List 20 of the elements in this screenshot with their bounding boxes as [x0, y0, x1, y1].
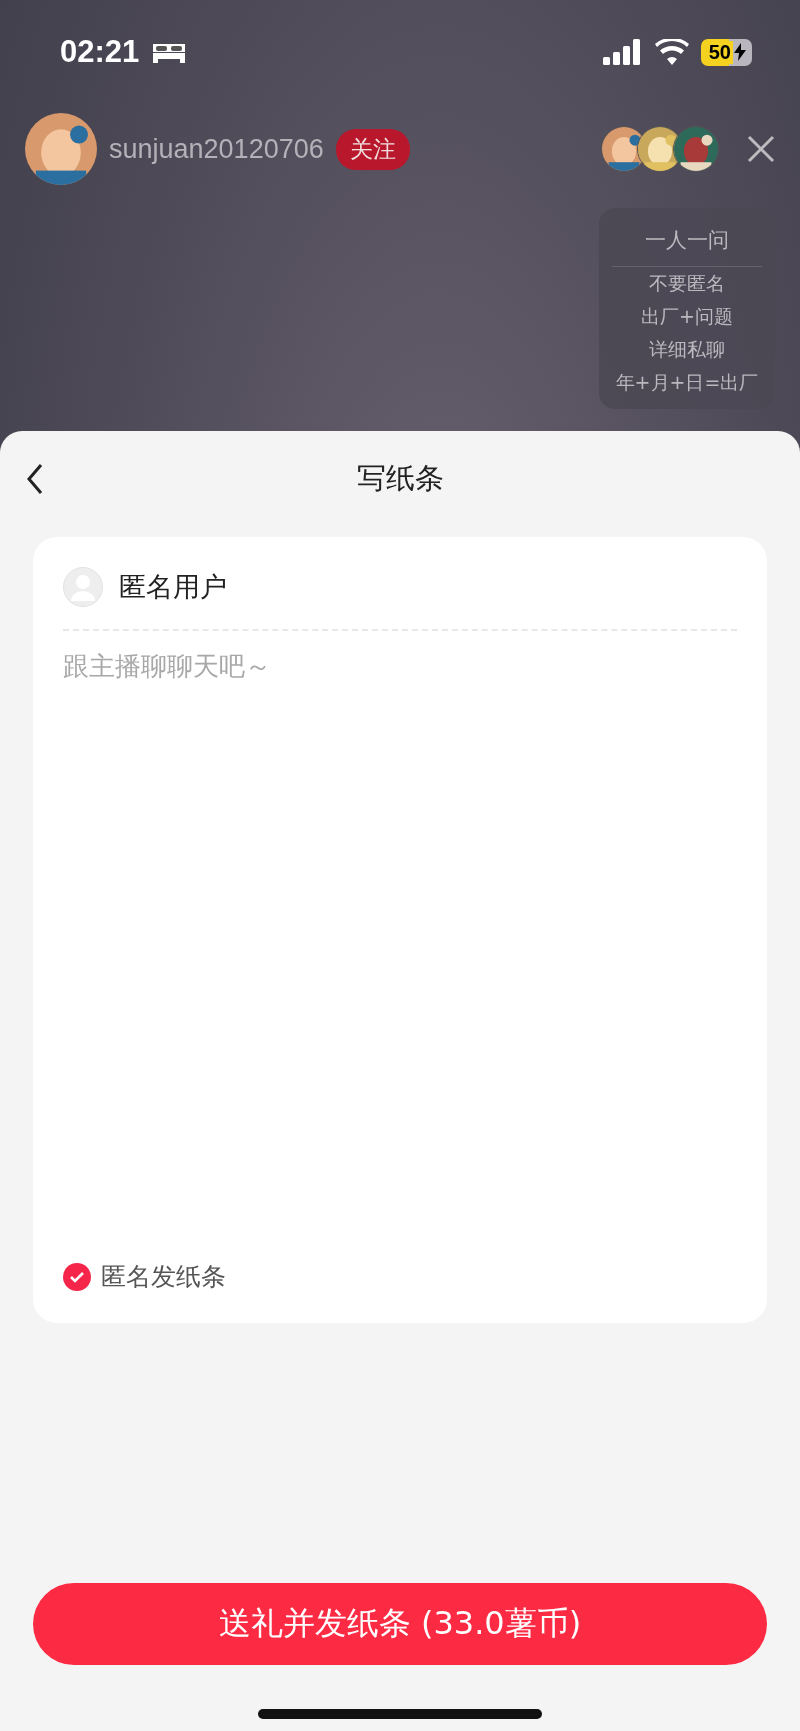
- close-icon[interactable]: [747, 135, 775, 163]
- note-editor[interactable]: 匿名用户 跟主播聊聊天吧～ 匿名发纸条: [33, 537, 767, 1323]
- notice-line: 出厂+问题: [641, 304, 733, 329]
- sheet-title: 写纸条: [356, 460, 444, 497]
- follow-button[interactable]: 关注: [335, 128, 410, 170]
- notice-line: 详细私聊: [649, 337, 725, 362]
- submit-button[interactable]: 送礼并发纸条 (33.0薯币): [33, 1583, 767, 1665]
- status-time: 02:21: [60, 34, 140, 70]
- user-name: 匿名用户: [119, 570, 227, 604]
- back-icon[interactable]: [26, 463, 44, 495]
- checkbox[interactable]: [63, 1262, 91, 1291]
- checkbox-label: 匿名发纸条: [101, 1261, 226, 1293]
- notice-line: 年+月+日=出厂: [615, 370, 759, 395]
- streamer-name: sunjuan20120706: [109, 133, 324, 165]
- user-avatar-icon: [63, 567, 103, 607]
- wifi-icon: [654, 39, 689, 65]
- notice-line: 不要匿名: [649, 271, 725, 296]
- battery-level: 50: [706, 40, 733, 64]
- signal-icon: [602, 39, 643, 65]
- notice-title: 一人一问: [612, 216, 762, 267]
